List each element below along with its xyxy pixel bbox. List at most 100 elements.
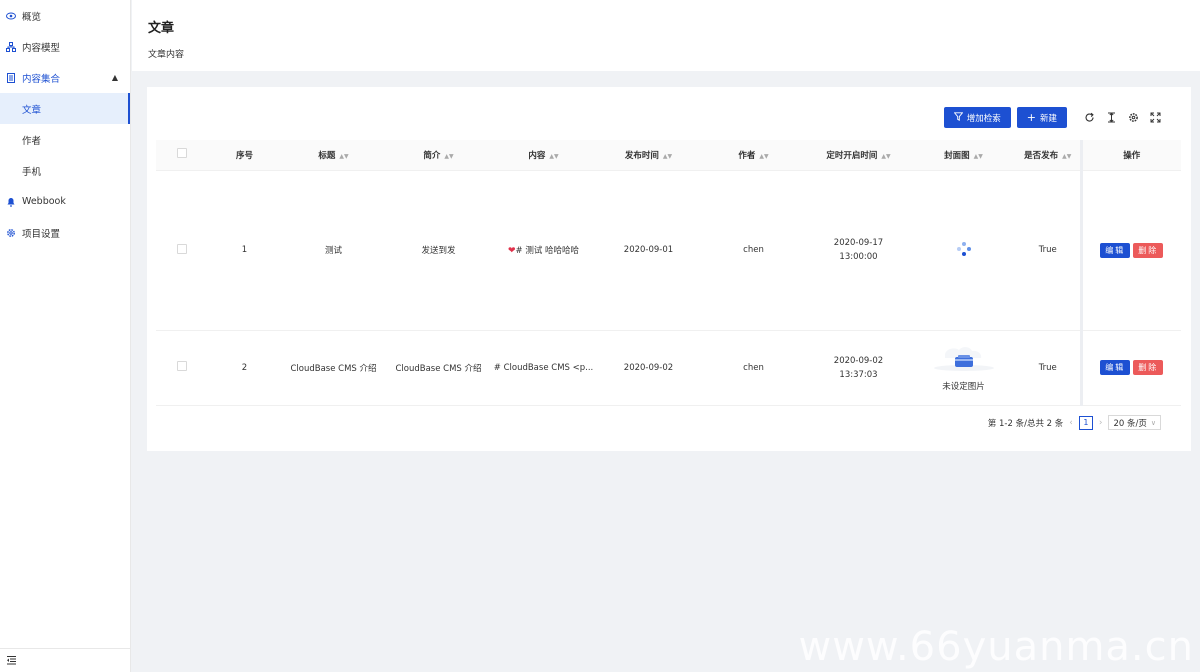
cell-ops: 编辑 删除 (1079, 330, 1181, 406)
sidebar-item-content-model[interactable]: 内容模型 (0, 31, 130, 62)
filter-icon (953, 111, 964, 124)
page-subtitle: 文章内容 (148, 50, 185, 60)
cell-author: chen (701, 330, 806, 406)
col-header-seq: 序号 (208, 140, 281, 171)
col-header-label: 是否发布 (1024, 150, 1059, 161)
sidebar-subitem-label: 文章 (22, 104, 42, 116)
table-toolbar: 增加检索 + 新建 (943, 107, 1161, 128)
chevron-up-icon: ▲ (111, 73, 118, 82)
scheduled-clock: 13:37:03 (839, 369, 878, 380)
sort-icon[interactable]: ▲▼ (881, 153, 890, 160)
cell-publish-time: 2020-09-02 (596, 330, 701, 406)
page-number-current[interactable]: 1 (1078, 415, 1093, 430)
col-header-label: 序号 (235, 150, 253, 161)
cell-ops: 编辑 删除 (1079, 170, 1181, 331)
loading-dots-icon (956, 241, 972, 260)
cell-published: True (1016, 330, 1081, 406)
sidebar-item-label: 概览 (22, 11, 42, 23)
cell-content-text: # 测试 哈哈哈哈 (515, 246, 580, 256)
col-header-scheduled-time[interactable]: 定时开启时间 ▲▼ (806, 140, 911, 171)
sidebar-item-project-settings[interactable]: 项目设置 (0, 217, 130, 248)
sort-icon[interactable]: ▲▼ (339, 153, 348, 160)
row-select-cell (156, 170, 208, 331)
col-header-label: 标题 (318, 150, 336, 161)
column-height-icon[interactable] (1105, 112, 1117, 124)
delete-button[interactable]: 删除 (1133, 242, 1164, 258)
cell-summary: 发送到发 (386, 170, 491, 331)
col-header-cover[interactable]: 封面图 ▲▼ (911, 140, 1016, 171)
sidebar-item-content-collection[interactable]: 内容集合 ▲ (0, 62, 130, 93)
webhook-icon (6, 197, 16, 207)
row-checkbox[interactable] (177, 243, 187, 254)
eye-icon (6, 11, 16, 21)
col-header-title[interactable]: 标题 ▲▼ (281, 140, 386, 171)
collapse-menu-icon[interactable] (6, 654, 17, 668)
no-image-placeholder: 未设定图片 (931, 344, 997, 392)
pagination: 第 1-2 条/总共 2 条 ‹ 1 › 20 条/页 ∨ (988, 415, 1161, 430)
add-search-button[interactable]: 增加检索 (943, 107, 1011, 128)
col-header-author[interactable]: 作者 ▲▼ (701, 140, 806, 171)
sort-icon[interactable]: ▲▼ (444, 153, 453, 160)
empty-image-icon (931, 344, 997, 375)
cell-cover (911, 170, 1016, 331)
heart-icon: ❤ (507, 246, 516, 256)
cell-content: # CloudBase CMS <p... (491, 330, 596, 406)
scheduled-date: 2020-09-02 (833, 355, 884, 366)
col-header-label: 发布时间 (624, 150, 659, 161)
col-header-label: 操作 (1123, 150, 1141, 161)
sidebar-subitem-article[interactable]: 文章 (0, 93, 130, 124)
sort-icon[interactable]: ▲▼ (759, 153, 768, 160)
cell-scheduled-time: 2020-09-02 13:37:03 (806, 330, 911, 406)
watermark: www.66yuanma.cn (798, 624, 1194, 670)
scheduled-date: 2020-09-17 (833, 238, 884, 248)
fullscreen-icon[interactable] (1149, 112, 1161, 124)
sort-icon[interactable]: ▲▼ (1062, 153, 1071, 160)
sidebar-subitem-label: 作者 (22, 135, 42, 147)
scheduled-clock: 13:00:00 (839, 252, 878, 262)
col-header-published[interactable]: 是否发布 ▲▼ (1016, 140, 1081, 171)
sidebar-footer (0, 648, 131, 672)
cell-title: CloudBase CMS 介绍 (281, 330, 386, 406)
col-header-label: 内容 (528, 150, 546, 161)
table-row: 1 测试 发送到发 ❤# 测试 哈哈哈哈 2020-09-01 chen 202… (156, 170, 1181, 331)
sort-icon[interactable]: ▲▼ (663, 153, 672, 160)
col-header-label: 封面图 (944, 150, 970, 161)
settings-icon[interactable] (1127, 112, 1139, 124)
col-header-summary[interactable]: 简介 ▲▼ (386, 140, 491, 171)
sidebar-item-label: Webbook (22, 196, 66, 207)
add-search-label: 增加检索 (966, 113, 1001, 124)
new-button[interactable]: + 新建 (1016, 107, 1067, 128)
sidebar-item-webhook[interactable]: Webbook (0, 186, 130, 217)
cell-publish-time: 2020-09-01 (596, 170, 701, 331)
page-title: 文章 (148, 21, 175, 36)
prev-page-icon[interactable]: ‹ (1069, 418, 1073, 428)
sidebar: 概览 内容模型 内容集合 ▲ 文章 作者 手机 Webbook 项目设置 (0, 0, 131, 672)
next-page-icon[interactable]: › (1099, 418, 1103, 428)
sidebar-item-label: 内容集合 (22, 73, 61, 85)
collection-icon (6, 72, 16, 83)
cell-seq: 2 (208, 330, 281, 406)
col-header-content[interactable]: 内容 ▲▼ (491, 140, 596, 171)
table-tool-icons (1083, 112, 1161, 124)
col-header-label: 简介 (423, 150, 441, 161)
gear-icon (6, 228, 16, 238)
delete-button[interactable]: 删除 (1133, 360, 1164, 375)
sidebar-item-overview[interactable]: 概览 (0, 0, 130, 31)
edit-button[interactable]: 编辑 (1100, 360, 1131, 375)
sidebar-subitem-phone[interactable]: 手机 (0, 155, 130, 186)
row-checkbox[interactable] (177, 361, 187, 371)
new-label: 新建 (1039, 113, 1057, 124)
cell-scheduled-time: 2020-09-17 13:00:00 (806, 170, 911, 331)
page-size-select[interactable]: 20 条/页 ∨ (1108, 415, 1161, 430)
sort-icon[interactable]: ▲▼ (974, 153, 983, 160)
no-image-text: 未设定图片 (942, 381, 985, 392)
page-size-value: 20 条/页 (1113, 418, 1147, 429)
sidebar-subitem-author[interactable]: 作者 (0, 124, 130, 155)
cell-cover: 未设定图片 (911, 330, 1016, 406)
row-select-cell (156, 330, 208, 406)
refresh-icon[interactable] (1083, 112, 1095, 124)
edit-button[interactable]: 编辑 (1100, 242, 1131, 258)
select-all-checkbox[interactable] (177, 148, 187, 159)
sort-icon[interactable]: ▲▼ (549, 153, 558, 160)
col-header-publish-time[interactable]: 发布时间 ▲▼ (596, 140, 701, 171)
